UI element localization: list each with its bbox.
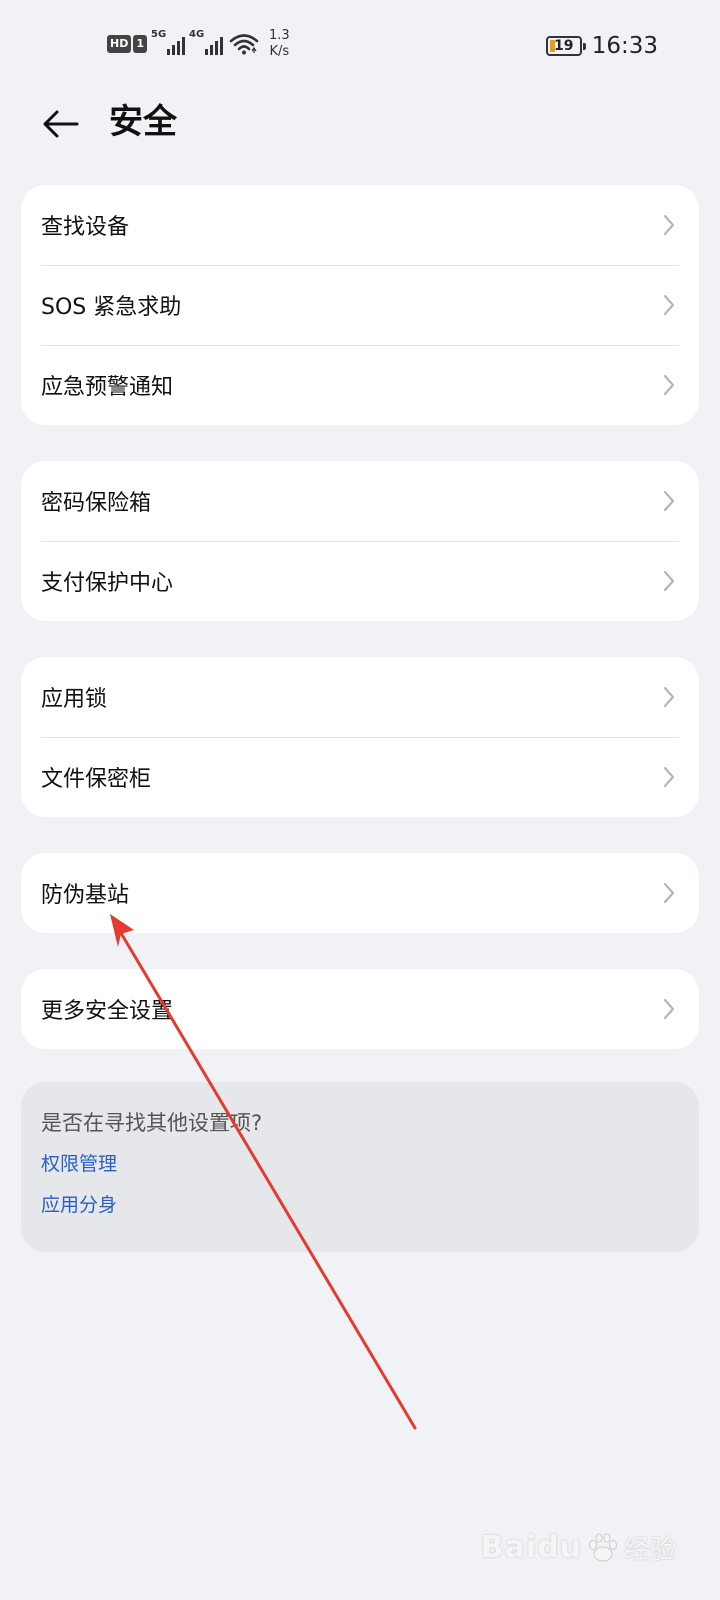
suggestion-link-app-twin[interactable]: 应用分身 bbox=[41, 1191, 679, 1219]
settings-group-lock: 应用锁 文件保密柜 bbox=[21, 657, 699, 817]
wifi-icon bbox=[229, 34, 259, 55]
settings-item-sos[interactable]: SOS 紧急求助 bbox=[21, 265, 699, 345]
settings-group-find: 查找设备 SOS 紧急求助 应急预警通知 bbox=[21, 185, 699, 425]
settings-item-label: 防伪基站 bbox=[41, 883, 130, 908]
battery-level: 19 bbox=[553, 38, 574, 54]
settings-item-find-device[interactable]: 查找设备 bbox=[21, 185, 699, 265]
settings-item-label: 文件保密柜 bbox=[41, 767, 152, 792]
page-title: 安全 bbox=[109, 102, 177, 142]
status-bar-right: 19 16:33 bbox=[545, 33, 658, 59]
settings-item-label: 应急预警通知 bbox=[41, 375, 174, 400]
status-time: 16:33 bbox=[591, 33, 658, 59]
battery-icon: 19 bbox=[545, 36, 586, 56]
settings-item-file-safe[interactable]: 文件保密柜 bbox=[21, 737, 699, 817]
status-bar: HD 1 5G 4G 1.3 K/s 19 16:33 bbox=[0, 0, 720, 92]
signal-5g-icon: 5G bbox=[151, 29, 185, 55]
watermark-sub: 经验 bbox=[623, 1535, 676, 1565]
settings-item-label: 更多安全设置 bbox=[41, 999, 174, 1024]
chevron-right-icon bbox=[663, 374, 675, 396]
watermark-brand: Baidu bbox=[480, 1530, 582, 1565]
settings-item-label: 密码保险箱 bbox=[41, 491, 152, 516]
network-speed-unit: K/s bbox=[269, 44, 290, 59]
hd-badge: HD 1 bbox=[107, 34, 147, 54]
settings-group-password: 密码保险箱 支付保护中心 bbox=[21, 461, 699, 621]
chevron-right-icon bbox=[663, 766, 675, 788]
chevron-right-icon bbox=[663, 294, 675, 316]
suggestion-link-permissions[interactable]: 权限管理 bbox=[41, 1150, 679, 1178]
chevron-right-icon bbox=[663, 570, 675, 592]
settings-group-more: 更多安全设置 bbox=[21, 969, 699, 1049]
settings-item-label: SOS 紧急求助 bbox=[41, 295, 182, 320]
arrow-left-icon bbox=[43, 110, 79, 138]
settings-item-more-security[interactable]: 更多安全设置 bbox=[21, 969, 699, 1049]
status-bar-left: HD 1 5G 4G 1.3 K/s bbox=[107, 28, 290, 60]
chevron-right-icon bbox=[663, 214, 675, 236]
signal-4g-icon: 4G bbox=[189, 29, 223, 55]
network-speed: 1.3 K/s bbox=[269, 28, 290, 60]
back-button[interactable] bbox=[36, 100, 84, 148]
hd-label: HD bbox=[107, 35, 132, 53]
settings-group-base-station: 防伪基站 bbox=[21, 853, 699, 933]
signal-gen-label: 5G bbox=[151, 29, 167, 40]
chevron-right-icon bbox=[663, 490, 675, 512]
suggestions-card: 是否在寻找其他设置项? 权限管理 应用分身 bbox=[21, 1082, 699, 1252]
header: 安全 bbox=[0, 92, 720, 156]
baidu-watermark: Baidu 经验 bbox=[481, 1529, 676, 1566]
chevron-right-icon bbox=[663, 998, 675, 1020]
settings-item-emergency-alert[interactable]: 应急预警通知 bbox=[21, 345, 699, 425]
settings-item-password-vault[interactable]: 密码保险箱 bbox=[21, 461, 699, 541]
network-speed-value: 1.3 bbox=[269, 28, 290, 43]
suggestions-question: 是否在寻找其他设置项? bbox=[41, 1111, 263, 1135]
settings-item-label: 支付保护中心 bbox=[41, 571, 174, 596]
settings-item-app-lock[interactable]: 应用锁 bbox=[21, 657, 699, 737]
settings-item-label: 应用锁 bbox=[41, 687, 108, 712]
chevron-right-icon bbox=[663, 686, 675, 708]
signal-gen-label: 4G bbox=[189, 29, 205, 40]
chevron-right-icon bbox=[663, 882, 675, 904]
settings-item-fake-base-station[interactable]: 防伪基站 bbox=[21, 853, 699, 933]
sim-indicator: 1 bbox=[133, 35, 147, 53]
settings-item-label: 查找设备 bbox=[41, 215, 130, 240]
settings-item-payment-protection[interactable]: 支付保护中心 bbox=[21, 541, 699, 621]
baidu-paw-icon bbox=[589, 1533, 617, 1561]
